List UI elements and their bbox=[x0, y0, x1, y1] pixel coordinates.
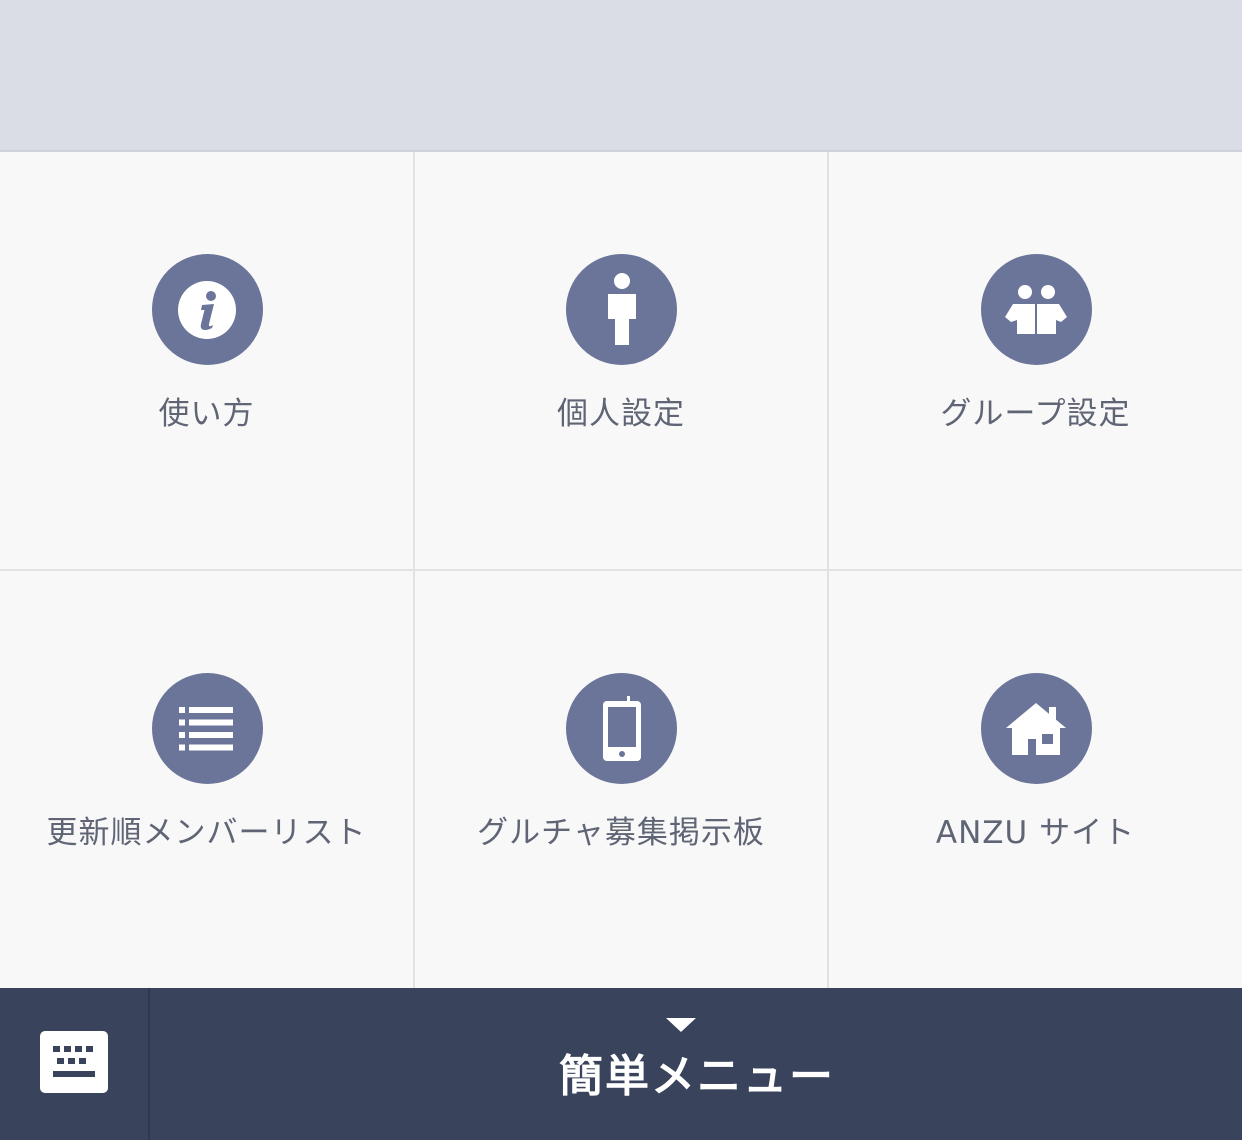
smartphone-icon bbox=[566, 673, 677, 784]
rich-menu-bar: 簡単メニュー bbox=[0, 988, 1242, 1140]
menu-toggle-label: 簡単メニュー bbox=[559, 1051, 835, 1102]
menu-item-group-chat-board[interactable]: グルチャ募集掲示板 bbox=[415, 571, 829, 988]
menu-item-anzu-site[interactable]: ANZU サイト bbox=[829, 571, 1242, 988]
keyboard-button[interactable] bbox=[0, 988, 150, 1140]
chat-area-background bbox=[0, 0, 1242, 152]
group-icon bbox=[980, 254, 1092, 365]
menu-item-group-settings[interactable]: グループ設定 bbox=[829, 152, 1242, 571]
menu-item-how-to-use[interactable]: 使い方 bbox=[0, 152, 415, 571]
keyboard-icon bbox=[40, 1031, 108, 1097]
home-icon bbox=[980, 673, 1092, 784]
menu-item-personal-settings[interactable]: 個人設定 bbox=[415, 152, 829, 571]
menu-item-label: 使い方 bbox=[158, 396, 255, 432]
menu-item-label: グルチャ募集掲示板 bbox=[477, 815, 765, 851]
menu-item-member-list[interactable]: 更新順メンバーリスト bbox=[0, 571, 415, 988]
menu-item-label: 個人設定 bbox=[557, 396, 685, 432]
triangle-down-icon bbox=[666, 1018, 696, 1032]
person-icon bbox=[566, 254, 677, 365]
rich-menu-grid: 使い方 個人設定 グループ設定 更新順メンバーリスト グルチャ募集掲示板 ANZ… bbox=[0, 152, 1242, 988]
menu-toggle-button[interactable]: 簡単メニュー bbox=[152, 988, 1242, 1140]
menu-item-label: グループ設定 bbox=[940, 396, 1131, 432]
list-icon bbox=[151, 673, 263, 784]
info-icon bbox=[151, 254, 263, 365]
menu-item-label: 更新順メンバーリスト bbox=[46, 815, 367, 851]
menu-item-label: ANZU サイト bbox=[935, 815, 1136, 851]
